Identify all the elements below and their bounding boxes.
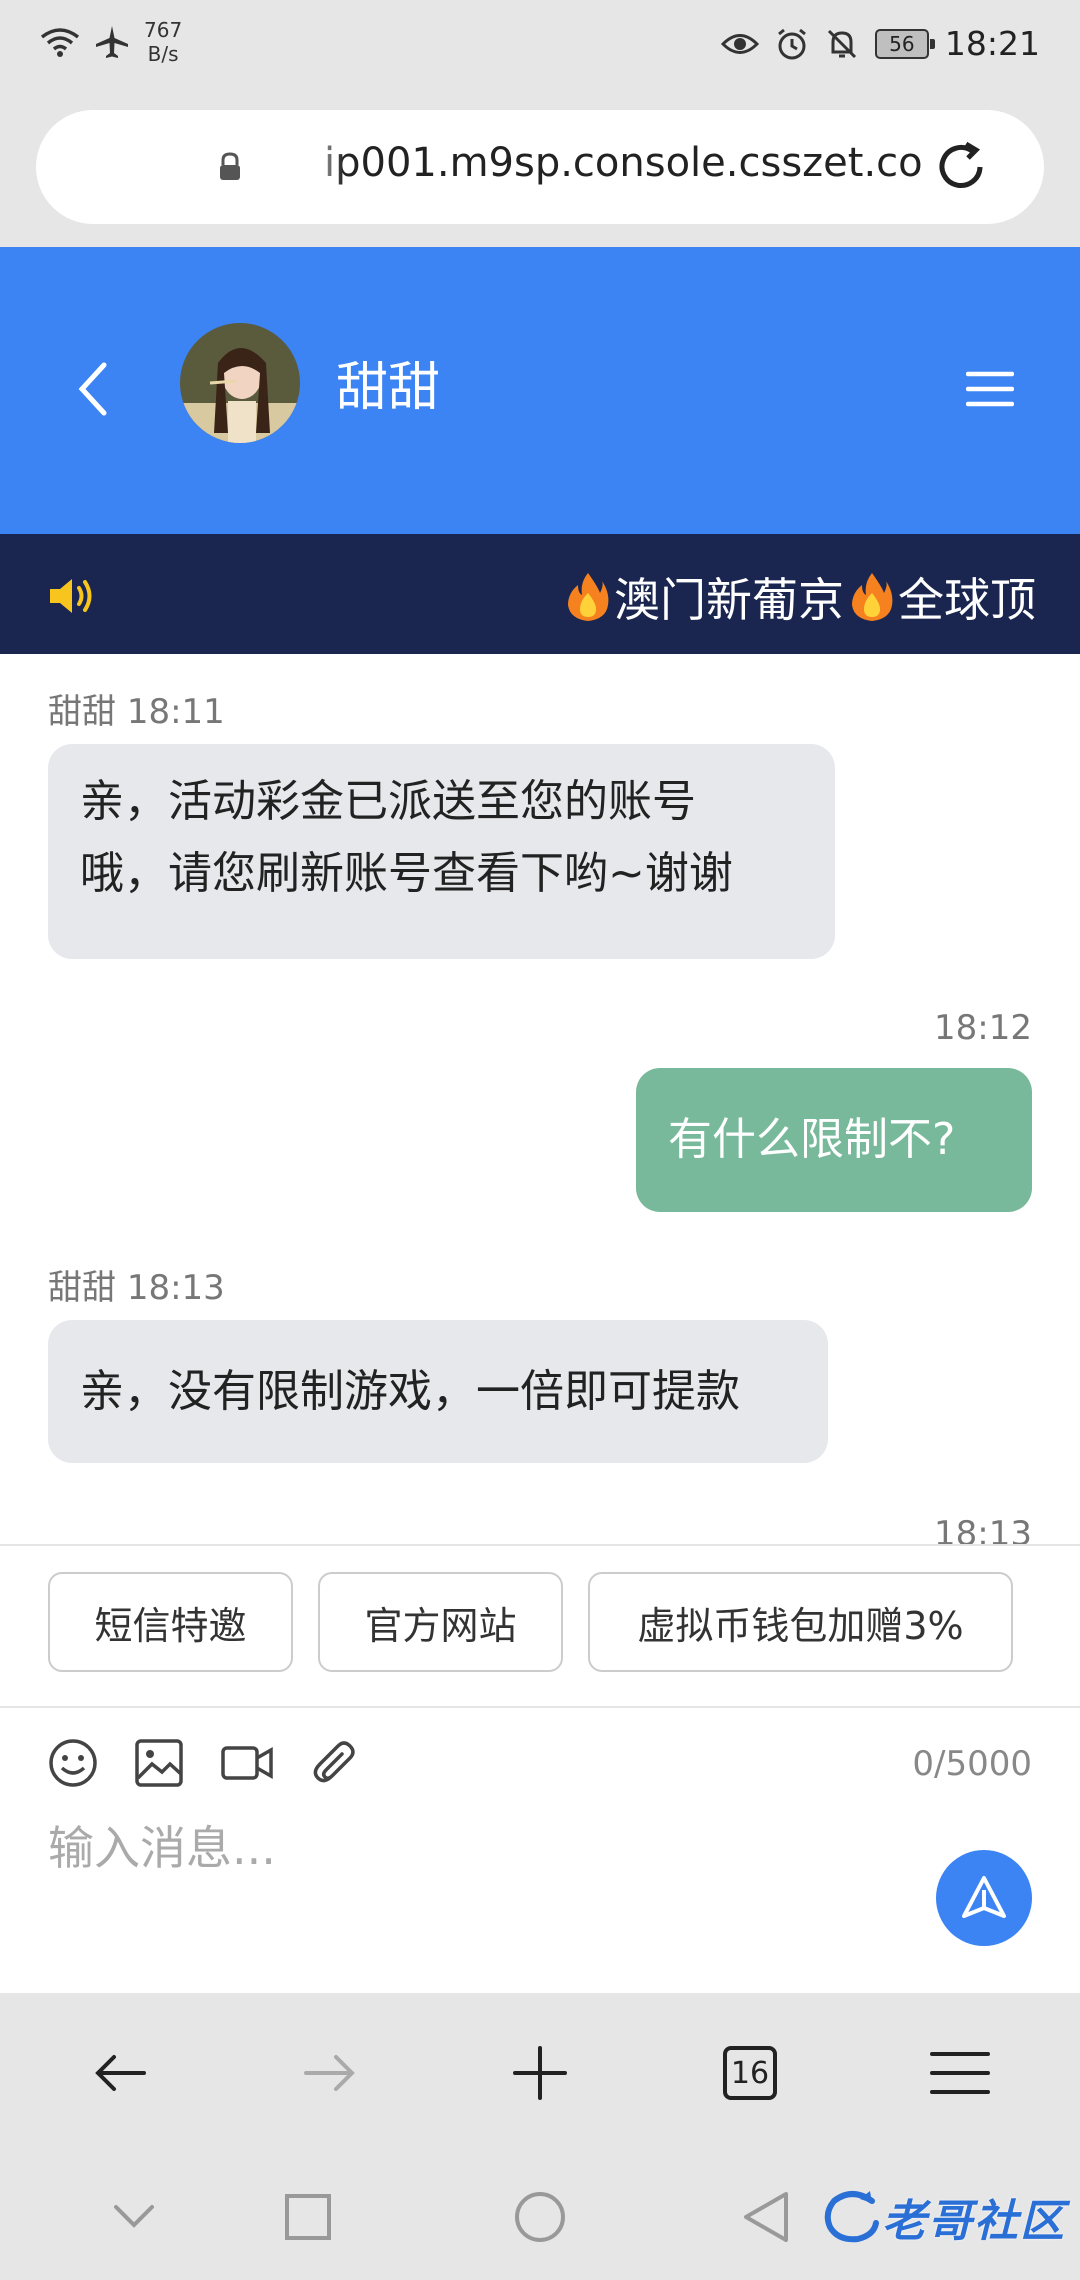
mute-bell-icon: [827, 29, 856, 58]
speaker-icon: [50, 579, 92, 613]
browser-url-area: ip001.m9sp.console.csszet.co: [0, 92, 1080, 247]
incoming-message-bubble[interactable]: 亲，活动彩金已派送至您的账号 哦，请您刷新账号查看下哟~谢谢: [48, 744, 835, 959]
message-time: 18:13: [934, 1514, 1032, 1544]
attachment-icon[interactable]: [310, 1738, 360, 1788]
circle-icon: [515, 2192, 565, 2242]
nav-collapse-button[interactable]: [98, 2181, 170, 2253]
send-button[interactable]: [936, 1850, 1032, 1946]
quick-reply-button[interactable]: 虚拟币钱包加赠3%: [588, 1572, 1013, 1672]
composer-toolbar: [48, 1738, 360, 1788]
browser-menu-button[interactable]: [918, 2031, 1002, 2115]
video-icon[interactable]: [220, 1738, 274, 1788]
emoji-icon[interactable]: [48, 1738, 98, 1788]
nav-recents-button[interactable]: [272, 2181, 344, 2253]
watermark-text: 老哥社区: [882, 2196, 1066, 2247]
tabs-button[interactable]: 16: [708, 2031, 792, 2115]
url-text[interactable]: ip001.m9sp.console.csszet.co: [324, 140, 923, 186]
fire-icon: [568, 573, 609, 621]
browser-forward-button[interactable]: [288, 2031, 372, 2115]
message-text: 有什么限制不?: [668, 1114, 956, 1165]
nav-home-button[interactable]: [504, 2181, 576, 2253]
status-right: 56 18:21: [720, 24, 1040, 63]
message-time: 18:12: [934, 1008, 1032, 1048]
announcement-text: 澳门新葡京 全球顶: [566, 564, 1036, 630]
browser-back-button[interactable]: [78, 2031, 162, 2115]
tabs-count: 16: [723, 2046, 777, 2100]
new-tab-button[interactable]: [498, 2031, 582, 2115]
contact-name: 甜甜: [336, 358, 441, 418]
quick-reply-button[interactable]: 短信特邀: [48, 1572, 293, 1672]
status-left: 767 B/s: [40, 18, 182, 66]
menu-icon[interactable]: [966, 369, 1014, 409]
dragon-logo-icon: [824, 2191, 879, 2243]
send-icon: [962, 1876, 1006, 1918]
fire-icon: [852, 573, 893, 621]
url-fade: [304, 140, 344, 194]
browser-toolbar: 16: [0, 1993, 1080, 2153]
status-bar: 767 B/s 56 18:21: [0, 0, 1080, 92]
arrow-right-icon: [304, 2055, 355, 2091]
announcement-bar: 澳门新葡京 全球顶: [0, 534, 1080, 654]
wifi-icon: [40, 28, 80, 57]
eye-icon: [720, 33, 759, 54]
network-speed: 767 B/s: [144, 18, 183, 66]
lock-icon: [220, 152, 240, 180]
message-text: 亲，没有限制游戏，一倍即可提款: [80, 1366, 740, 1417]
image-icon[interactable]: [134, 1738, 184, 1788]
clock: 18:21: [944, 24, 1040, 63]
alarm-icon: [777, 28, 806, 59]
system-navigation: 老哥社区: [0, 2153, 1080, 2280]
plus-icon: [513, 2046, 567, 2100]
chat-header: 甜甜: [0, 247, 1080, 534]
avatar-image: [180, 323, 300, 443]
nav-back-button[interactable]: [730, 2181, 802, 2253]
quick-reply-bar: 短信特邀 官方网站 虚拟币钱包加赠3%: [0, 1544, 1080, 1708]
message-meta: 甜甜 18:11: [48, 692, 225, 732]
triangle-back-icon: [744, 2192, 788, 2242]
square-icon: [285, 2194, 331, 2240]
watermark-logo: 老哥社区: [822, 2185, 1066, 2249]
airplane-icon: [96, 26, 128, 58]
message-composer: 0/5000 输入消息...: [0, 1708, 1080, 1993]
chevron-down-icon: [114, 2205, 154, 2228]
battery-icon: 56: [874, 28, 935, 59]
message-line: 哦，请您刷新账号查看下哟~谢谢: [80, 848, 733, 899]
arrow-left-icon: [95, 2055, 146, 2091]
message-input[interactable]: 输入消息...: [48, 1812, 276, 1878]
outgoing-message-bubble[interactable]: 有什么限制不?: [636, 1068, 1032, 1212]
announcement-text-2: 全球顶: [898, 573, 1036, 627]
char-counter: 0/5000: [912, 1744, 1032, 1784]
hamburger-icon: [930, 2052, 990, 2094]
message-list[interactable]: 甜甜 18:11 亲，活动彩金已派送至您的账号 哦，请您刷新账号查看下哟~谢谢 …: [0, 654, 1080, 1544]
reload-icon[interactable]: [932, 138, 990, 196]
address-bar[interactable]: ip001.m9sp.console.csszet.co: [36, 110, 1044, 224]
back-arrow-icon[interactable]: [74, 361, 114, 417]
announcement-text-1: 澳门新葡京: [614, 573, 844, 627]
message-line: 亲，活动彩金已派送至您的账号: [80, 776, 696, 827]
quick-reply-button[interactable]: 官方网站: [318, 1572, 563, 1672]
incoming-message-bubble[interactable]: 亲，没有限制游戏，一倍即可提款: [48, 1320, 828, 1463]
avatar[interactable]: [180, 323, 300, 443]
message-meta: 甜甜 18:13: [48, 1268, 225, 1308]
